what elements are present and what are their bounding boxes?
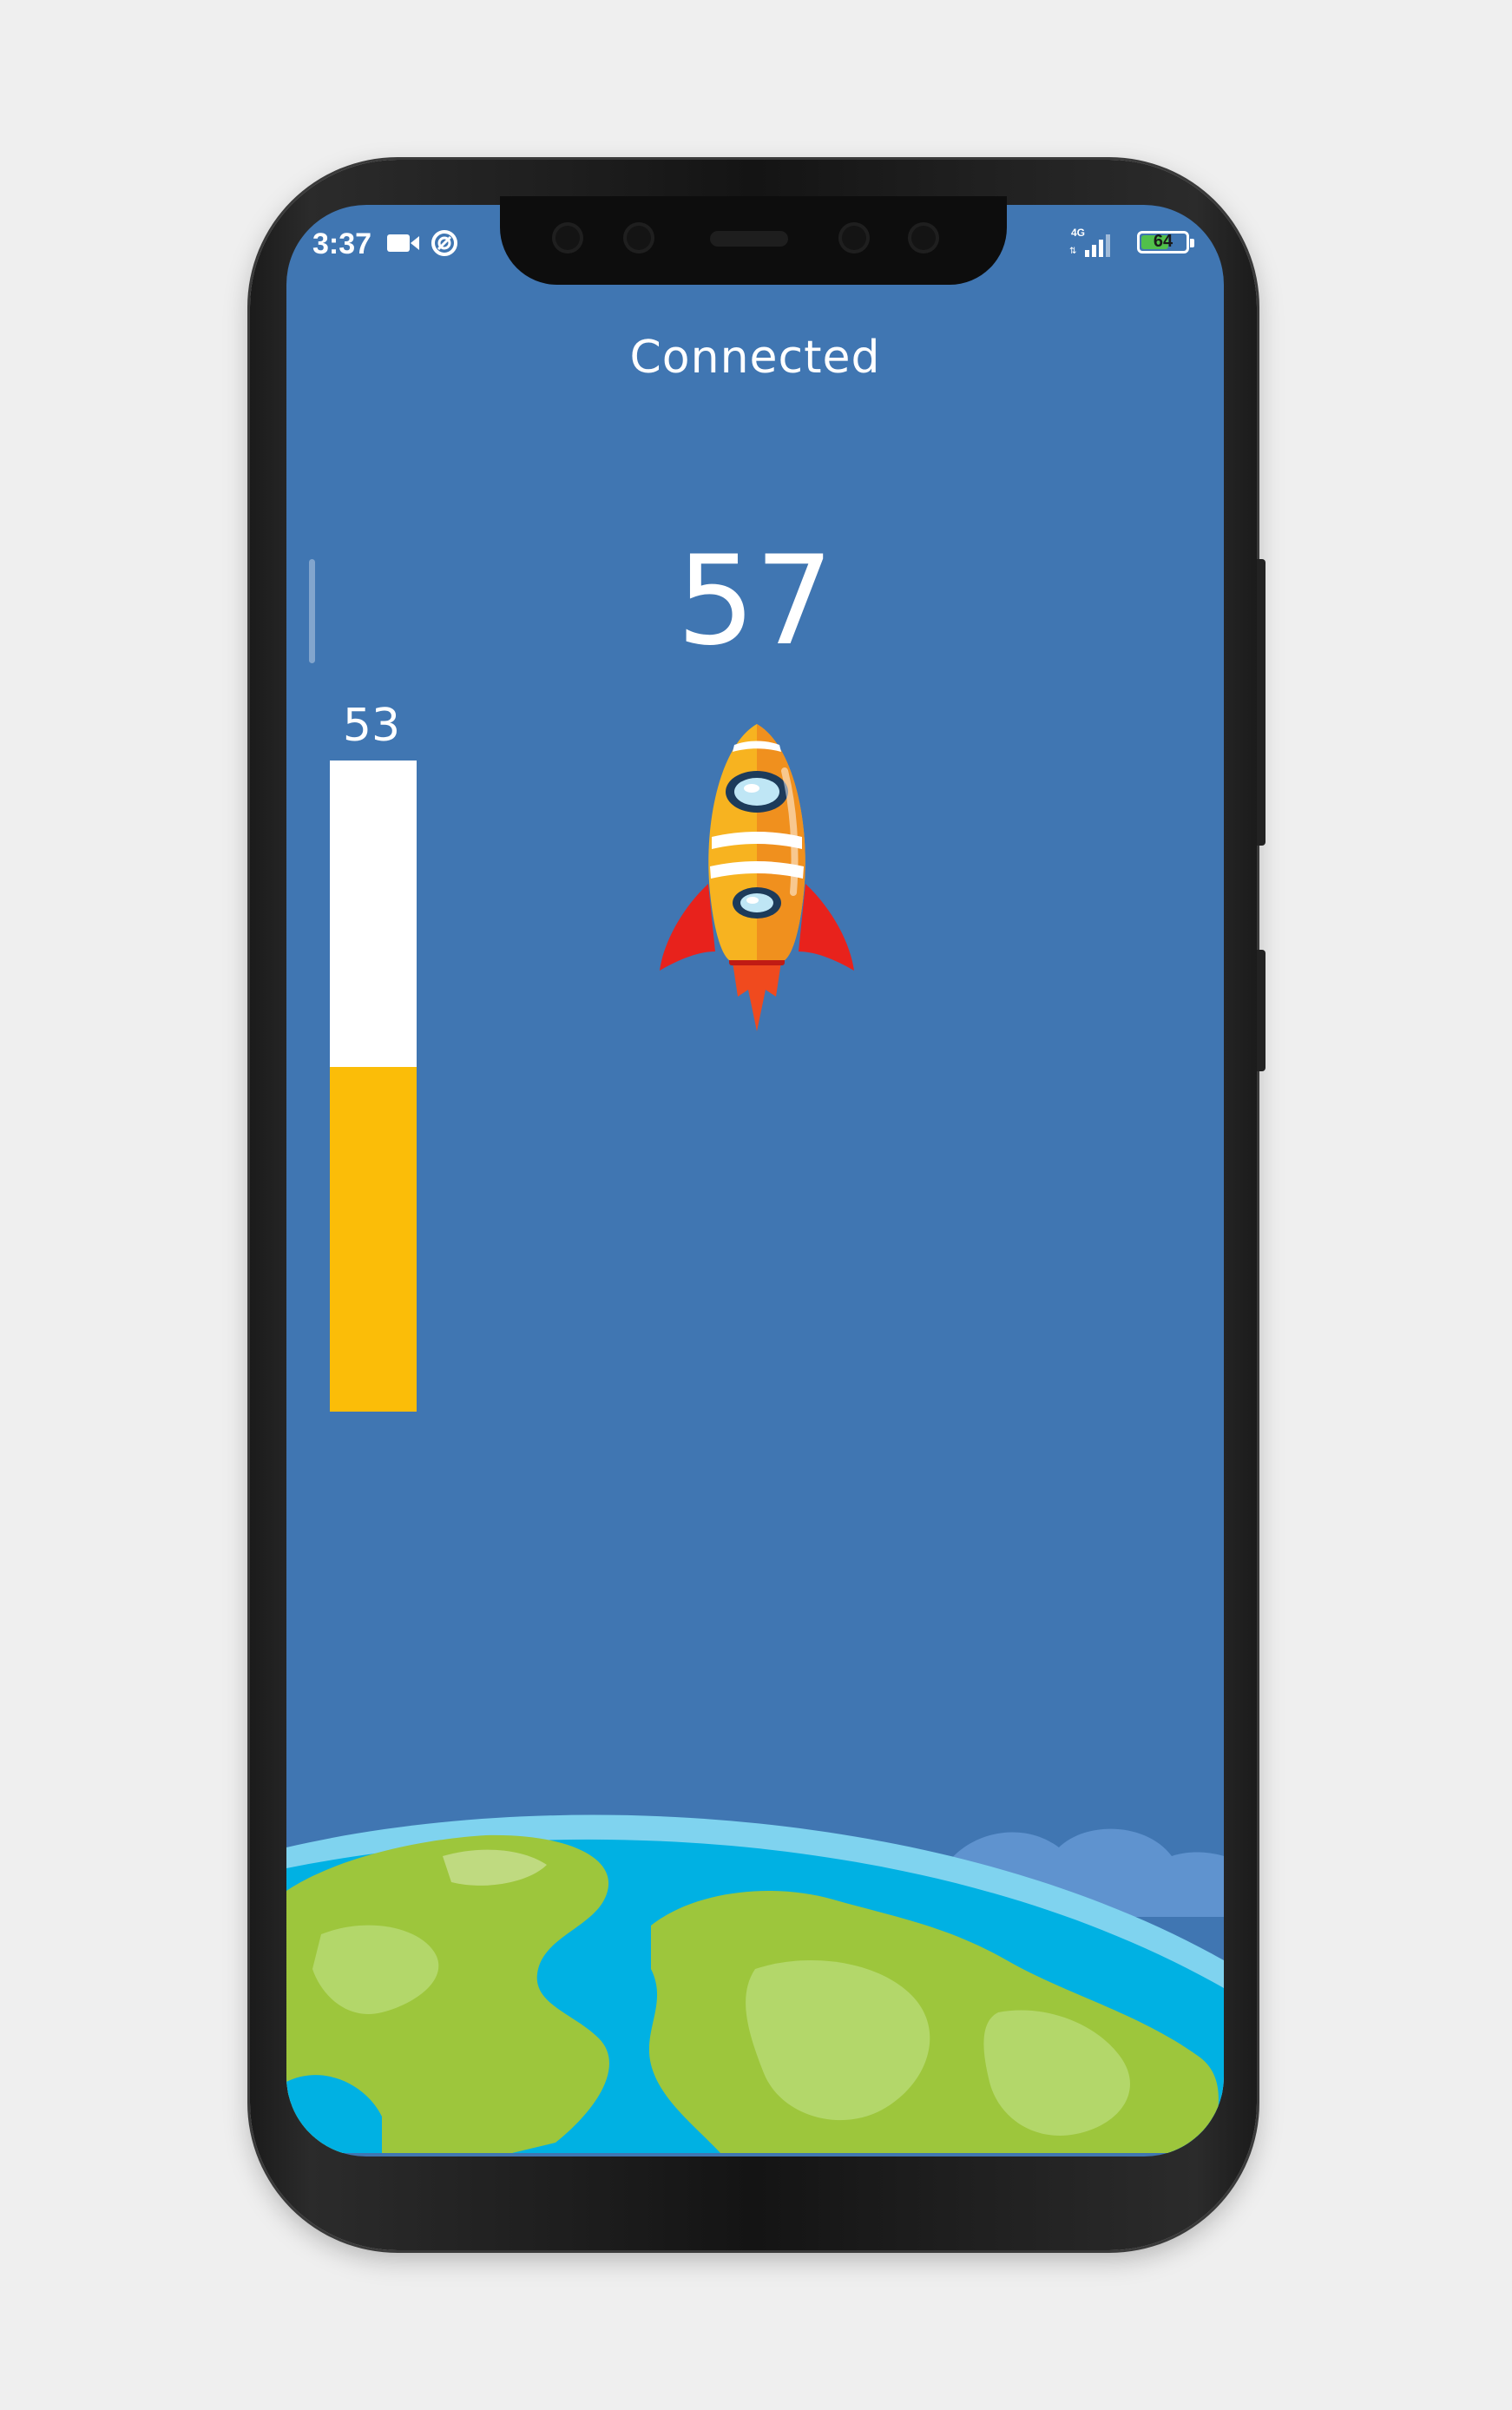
level-bar-fill — [330, 1066, 417, 1412]
svg-text:⇅: ⇅ — [1069, 247, 1076, 256]
earpiece-speaker — [710, 231, 788, 247]
connection-status: Connected — [629, 332, 881, 384]
power-button — [1257, 950, 1265, 1071]
score-value: 57 — [676, 530, 834, 673]
network-type-label: 4G — [1071, 227, 1085, 239]
sync-icon — [431, 229, 458, 261]
rocket-icon — [654, 719, 859, 1044]
status-time: 3:37 — [312, 227, 372, 260]
level-bar — [330, 761, 417, 1412]
video-camera-icon — [387, 234, 420, 257]
level-value: 53 — [342, 700, 401, 752]
display-notch — [500, 196, 1007, 285]
app-screen: 3:37 4G ⇅ 64 Connected 57 53 — [286, 205, 1224, 2156]
volume-button — [1257, 559, 1265, 846]
battery-icon: 64 — [1137, 231, 1194, 254]
sensor — [838, 222, 870, 254]
sensor — [623, 222, 654, 254]
battery-nub — [1190, 239, 1194, 247]
front-camera — [552, 222, 583, 254]
battery-percent: 64 — [1153, 232, 1173, 251]
front-camera — [908, 222, 939, 254]
earth-illustration — [286, 1795, 1224, 2156]
cell-signal-icon: 4G ⇅ — [1068, 226, 1116, 265]
